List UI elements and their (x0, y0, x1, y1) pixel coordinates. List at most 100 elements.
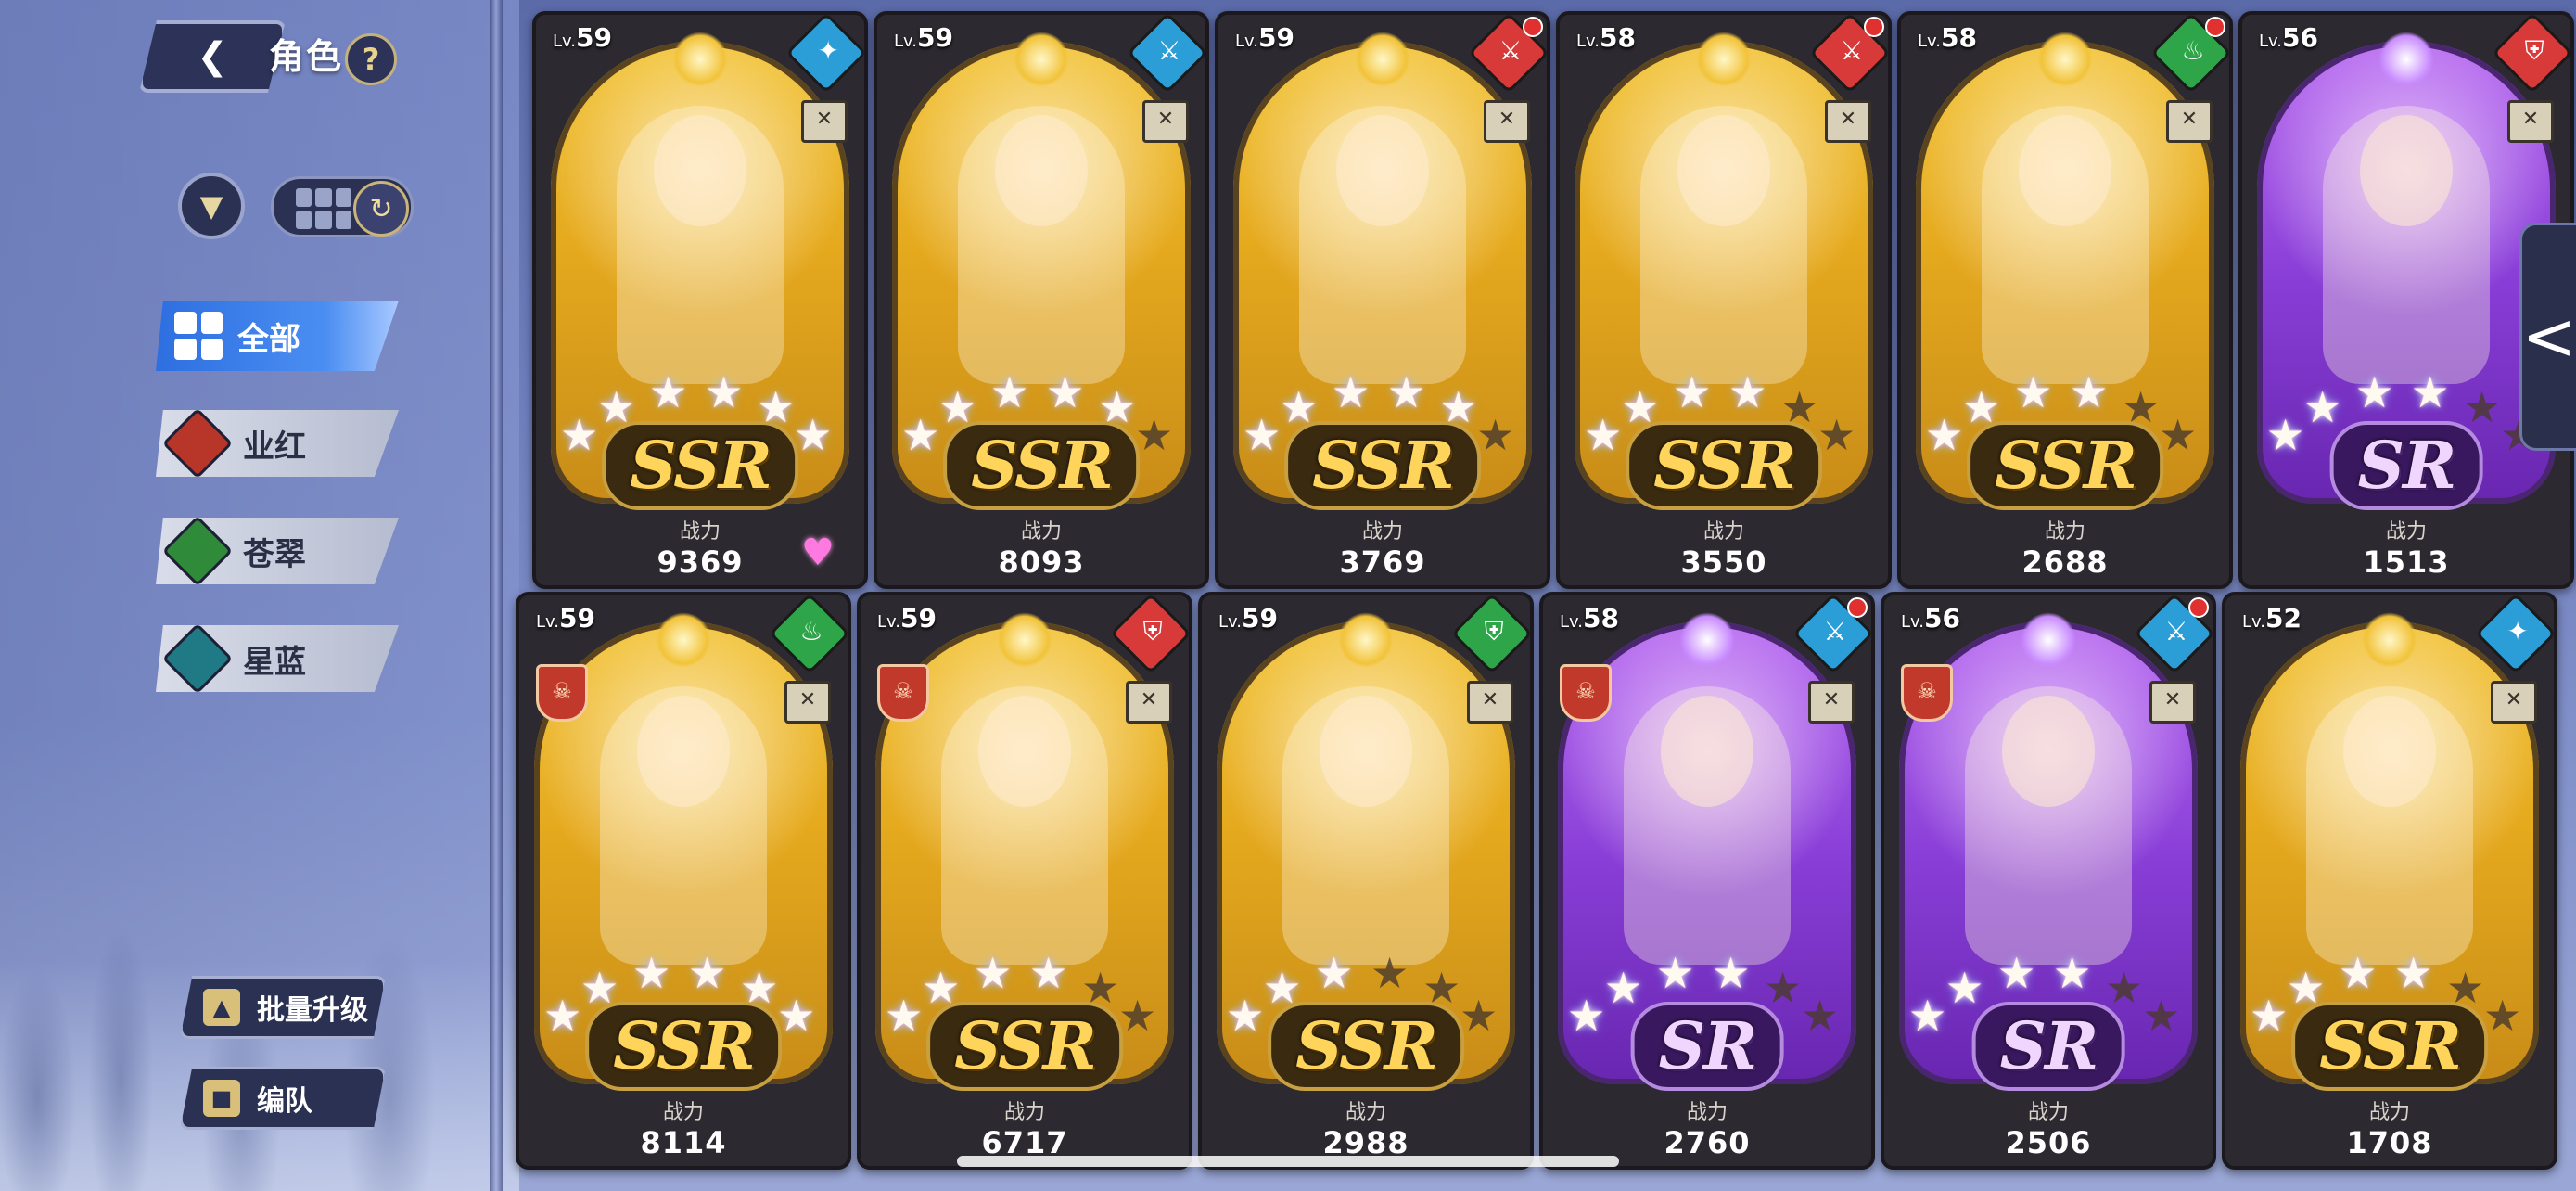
back-arrow-icon: ❮ (197, 35, 228, 78)
rarity-badge: SSR (1284, 421, 1481, 510)
star-icon: ★ (2483, 991, 2522, 1041)
character-card[interactable]: Lv.58 ♨ ✕ ★ ★ ★ ★ ★ ★ SSR 战力 2688 (1897, 11, 2233, 589)
level-text: Lv.59 (877, 603, 937, 634)
character-card[interactable]: Lv.59 ⚔ ✕ ★ ★ ★ ★ ★ ★ SSR 战力 3769 (1215, 11, 1550, 589)
power-value: 3769 (1339, 544, 1426, 580)
star-icon: ★ (2070, 367, 2109, 417)
star-icon: ★ (632, 948, 671, 998)
star-icon: ★ (705, 367, 744, 417)
star-icon: ★ (2339, 948, 2378, 998)
category-tab-all[interactable]: 全部 (156, 301, 399, 371)
new-badge (2188, 597, 2209, 618)
star-icon: ★ (1997, 948, 2036, 998)
star-icon: ★ (2142, 991, 2181, 1041)
character-card[interactable]: Lv.59 ✦ ✕ ★ ★ ★ ★ ★ ★ SSR 战力 9369 ♥ (532, 11, 868, 589)
star-icon: ★ (2394, 948, 2433, 998)
formation-icon: ■ (203, 1080, 240, 1117)
new-badge (2205, 17, 2225, 37)
ticket-icon: ✕ (2507, 100, 2554, 143)
power-label: 战力 (1020, 520, 1062, 544)
rarity-badge: SSR (1626, 421, 1822, 510)
star-icon: ★ (2355, 367, 2394, 417)
level-text: Lv.59 (1218, 603, 1278, 634)
level-text: Lv.59 (553, 22, 612, 53)
ticket-icon: ✕ (1808, 681, 1855, 724)
rarity-badge: SR (1971, 1002, 2125, 1091)
faction-emblem-icon: ☠ (877, 664, 929, 722)
new-badge (1864, 17, 1884, 37)
level-text: Lv.58 (1918, 22, 1977, 53)
side-expand-arrow[interactable]: < (2519, 223, 2576, 451)
star-icon: ★ (2303, 382, 2342, 432)
blue-gem-icon (161, 625, 234, 692)
ticket-icon: ✕ (2166, 100, 2213, 143)
star-icon: ★ (1567, 991, 1606, 1041)
character-card[interactable]: Lv.59 ⛨ ✕ ★ ★ ★ ★ ★ ★ SSR 战力 2988 (1198, 592, 1534, 1170)
star-icon: ★ (1925, 410, 1964, 460)
faction-emblem-icon: ☠ (1901, 664, 1953, 722)
star-icon: ★ (1371, 948, 1409, 998)
level-text: Lv.59 (536, 603, 595, 634)
red-gem-icon (161, 410, 234, 477)
batch-upgrade-button[interactable]: ▲ 批量升级 (180, 976, 386, 1039)
character-card[interactable]: Lv.56 ⚔ ✕ ☠ ★ ★ ★ ★ ★ ★ SR 战力 2506 (1881, 592, 2216, 1170)
star-icon: ★ (777, 991, 816, 1041)
power-value: 1513 (2363, 544, 2450, 580)
category-tab-red[interactable]: 业红 (156, 410, 399, 477)
star-icon: ★ (2463, 382, 2502, 432)
new-badge (1847, 597, 1868, 618)
rarity-badge: SR (2329, 421, 2483, 510)
view-toggle[interactable]: ↻ (271, 176, 414, 237)
ticket-icon: ✕ (2149, 681, 2196, 724)
star-icon: ★ (1945, 963, 1984, 1013)
rarity-badge: SSR (585, 1002, 782, 1091)
rarity-badge: SSR (2291, 1002, 2488, 1091)
character-card[interactable]: Lv.58 ⚔ ✕ ☠ ★ ★ ★ ★ ★ ★ SR 战力 2760 (1539, 592, 1875, 1170)
green-gem-icon (161, 518, 234, 584)
level-text: Lv.58 (1576, 22, 1636, 53)
heart-icon[interactable]: ♥ (801, 531, 846, 574)
star-icon: ★ (1764, 963, 1803, 1013)
star-icon: ★ (1243, 410, 1282, 460)
category-tab-blue[interactable]: 星蓝 (156, 625, 399, 692)
grid-icon (296, 188, 351, 229)
star-icon: ★ (2250, 991, 2289, 1041)
faction-emblem-icon: ☠ (536, 664, 588, 722)
star-icon: ★ (901, 410, 940, 460)
character-card[interactable]: Lv.59 ⚔ ✕ ★ ★ ★ ★ ★ ★ SSR 战力 8093 (874, 11, 1209, 589)
back-button[interactable]: ❮ (139, 20, 286, 93)
star-icon: ★ (1673, 367, 1712, 417)
power-label: 战力 (1003, 1101, 1045, 1124)
power-label: 战力 (1361, 520, 1403, 544)
level-text: Lv.59 (894, 22, 953, 53)
formation-label: 编队 (257, 1085, 312, 1118)
category-label: 星蓝 (243, 643, 306, 681)
category-tab-green[interactable]: 苍翠 (156, 518, 399, 584)
power-label: 战力 (2027, 1101, 2069, 1124)
ticket-icon: ✕ (1467, 681, 1513, 724)
formation-button[interactable]: ■ 编队 (180, 1067, 386, 1130)
star-icon: ★ (974, 948, 1013, 998)
star-icon: ★ (2159, 410, 2198, 460)
category-label: 全部 (237, 320, 300, 358)
refresh-icon[interactable]: ↻ (353, 181, 409, 237)
character-card[interactable]: Lv.59 ♨ ✕ ☠ ★ ★ ★ ★ ★ ★ SSR 战力 8114 (516, 592, 851, 1170)
upgrade-icon: ▲ (203, 989, 240, 1026)
power-label: 战力 (2368, 1101, 2410, 1124)
filter-button[interactable]: ▼ (178, 173, 245, 239)
ticket-icon: ✕ (1484, 100, 1530, 143)
character-card[interactable]: Lv.59 ⛨ ✕ ☠ ★ ★ ★ ★ ★ ★ SSR 战力 6717 (857, 592, 1192, 1170)
star-icon: ★ (2014, 367, 2053, 417)
star-icon: ★ (1315, 948, 1354, 998)
star-icon: ★ (1460, 991, 1498, 1041)
star-icon: ★ (1908, 991, 1947, 1041)
star-icon: ★ (1476, 410, 1515, 460)
power-value: 2688 (2021, 544, 2109, 580)
funnel-icon: ▼ (199, 188, 223, 224)
character-card[interactable]: Lv.52 ✦ ✕ ★ ★ ★ ★ ★ ★ SSR 战力 1708 (2222, 592, 2557, 1170)
help-button[interactable]: ? (345, 33, 397, 85)
character-card[interactable]: Lv.58 ⚔ ✕ ★ ★ ★ ★ ★ ★ SSR 战力 3550 (1556, 11, 1892, 589)
rarity-badge: SSR (943, 421, 1140, 510)
star-icon: ★ (1135, 410, 1174, 460)
batch-upgrade-label: 批量升级 (257, 994, 368, 1027)
